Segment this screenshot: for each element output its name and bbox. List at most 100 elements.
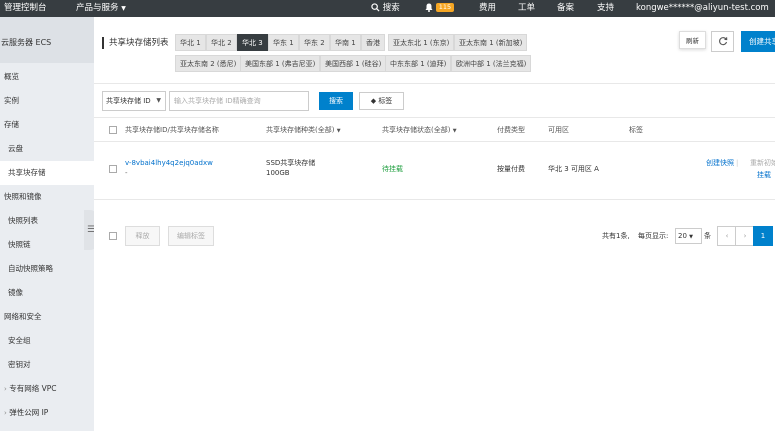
sidebar-item-vpc[interactable]: › 专有网络 VPC <box>0 377 94 401</box>
edit-tags-button[interactable]: 编辑标签 <box>168 226 214 246</box>
per-page-label: 每页显示: <box>638 232 669 240</box>
prev-page-button[interactable]: ‹ <box>717 226 737 246</box>
sidebar: 云服务器 ECS 概览 实例 存储 云盘 共享块存储 快照和镜像 快照列表 快照… <box>0 17 94 431</box>
region-tab[interactable]: 华东 1 <box>268 34 299 51</box>
refresh-tooltip: 刷新 <box>679 31 706 49</box>
sidebar-item-shared-block-storage[interactable]: 共享块存储 <box>0 161 94 185</box>
column-header-type[interactable]: 共享块存储种类(全部) ▼ <box>266 124 341 136</box>
sidebar-title: 云服务器 ECS <box>0 17 94 63</box>
release-button[interactable]: 释放 <box>125 226 160 246</box>
support-link[interactable]: 支持 <box>597 0 614 17</box>
filter-type-select-value: 共享块存储 ID <box>106 97 151 105</box>
region-tab[interactable]: 亚太东南 1 (新加坡) <box>454 34 528 51</box>
main-content: 共享块存储列表 华北 1 华北 2 华北 3 华东 1 华东 2 华南 1 香港… <box>94 17 775 431</box>
sidebar-group-snapshots-images[interactable]: 快照和镜像 <box>0 185 94 209</box>
region-tab-selected[interactable]: 华北 3 <box>237 34 268 51</box>
region-tab[interactable]: 美国东部 1 (弗吉尼亚) <box>240 55 321 72</box>
search-button[interactable]: 搜索 <box>319 92 353 110</box>
storage-name: - <box>125 169 128 177</box>
top-navbar: 管理控制台 产品与服务 ▼ 搜索 115 费用 工单 备案 支持 kongwe*… <box>0 0 775 17</box>
caret-down-icon: ▼ <box>121 5 126 12</box>
region-tab[interactable]: 亚太东北 1 (东京) <box>388 34 455 51</box>
tag-icon: ◆ <box>370 97 377 105</box>
caret-down-icon: ▼ <box>336 128 341 134</box>
sidebar-item-disks[interactable]: 云盘 <box>0 137 94 161</box>
notifications-button[interactable]: 115 <box>425 0 455 17</box>
bell-icon <box>425 3 433 12</box>
page-title: 共享块存储列表 <box>102 37 169 49</box>
page-1-button[interactable]: 1 <box>753 226 773 246</box>
filter-type-select[interactable]: 共享块存储 ID ▼ <box>102 91 166 111</box>
create-snapshot-link[interactable]: 创建快照 <box>706 159 734 168</box>
mount-link[interactable]: 挂载 <box>757 171 771 180</box>
footer-select-all-checkbox[interactable] <box>109 232 117 240</box>
reinitialize-link[interactable]: 重新初始化 <box>750 159 775 168</box>
region-tab[interactable]: 美国西部 1 (硅谷) <box>320 55 387 72</box>
column-header-zone: 可用区 <box>548 126 569 134</box>
caret-down-icon: ▼ <box>452 128 457 134</box>
search-label: 搜索 <box>382 3 400 13</box>
region-tab[interactable]: 华北 1 <box>175 34 206 51</box>
create-shared-block-storage-button[interactable]: 创建共享块存储 <box>741 31 775 52</box>
page-size-select[interactable]: 20 ▼ <box>675 228 702 244</box>
region-tab[interactable]: 欧洲中部 1 (法兰克福) <box>451 55 532 72</box>
chevron-right-icon: › <box>4 409 7 417</box>
zone-value: 华北 3 可用区 A <box>548 165 599 173</box>
region-tab[interactable]: 中东东部 1 (迪拜) <box>385 55 452 72</box>
user-account-menu[interactable]: kongwe******@aliyun-test.com <box>636 0 769 17</box>
storage-id-link[interactable]: v-8vbai4lhy4q2ejq0adxw <box>125 159 213 168</box>
region-tab[interactable]: 华东 2 <box>299 34 330 51</box>
table-header-border <box>94 141 775 142</box>
column-header-status-label: 共享块存储状态(全部) <box>382 126 451 134</box>
console-home-link[interactable]: 管理控制台 <box>4 0 47 17</box>
region-tab[interactable]: 华南 1 <box>330 34 361 51</box>
refresh-button[interactable] <box>711 31 734 52</box>
sidebar-item-instances[interactable]: 实例 <box>0 89 94 113</box>
icp-link[interactable]: 备案 <box>557 0 574 17</box>
products-menu[interactable]: 产品与服务 ▼ <box>76 0 126 17</box>
notification-count-badge: 115 <box>435 3 455 12</box>
region-tab[interactable]: 亚太东南 2 (悉尼) <box>175 55 242 72</box>
select-all-checkbox[interactable] <box>109 126 117 134</box>
next-page-button[interactable]: › <box>735 226 755 246</box>
column-header-tags: 标签 <box>629 126 643 134</box>
refresh-icon <box>718 37 727 46</box>
row-checkbox[interactable] <box>109 165 117 173</box>
sidebar-item-eip[interactable]: › 弹性公网 IP <box>0 401 94 425</box>
storage-size: 100GB <box>266 169 290 177</box>
caret-down-icon: ▼ <box>156 97 161 104</box>
billing-type: 按量付费 <box>497 165 525 173</box>
sidebar-item-overview[interactable]: 概览 <box>0 65 94 89</box>
caret-down-icon: ▼ <box>689 234 694 240</box>
sidebar-item-snapshot-chain[interactable]: 快照链 <box>0 233 94 257</box>
sidebar-group-network-security[interactable]: 网络和安全 <box>0 305 94 329</box>
search-link[interactable]: 搜索 <box>371 0 400 17</box>
storage-type: SSD共享块存储 <box>266 159 316 167</box>
page-size-value: 20 <box>678 232 687 240</box>
tag-filter-button[interactable]: ◆ 标签 <box>359 92 404 110</box>
table-row-border <box>94 199 775 200</box>
action-separator: | <box>736 159 739 167</box>
column-header-type-label: 共享块存储种类(全部) <box>266 126 335 134</box>
search-icon <box>371 3 380 12</box>
total-count: 共有1条, <box>602 232 630 240</box>
region-tab[interactable]: 香港 <box>361 34 385 51</box>
status-badge: 待挂载 <box>382 165 403 173</box>
search-input[interactable] <box>169 91 309 111</box>
divider <box>94 83 775 84</box>
chevron-right-icon: › <box>4 385 7 393</box>
table-top-border <box>94 117 775 118</box>
column-header-id-name: 共享块存储ID/共享块存储名称 <box>125 126 219 134</box>
sidebar-item-security-groups[interactable]: 安全组 <box>0 329 94 353</box>
sidebar-item-images[interactable]: 镜像 <box>0 281 94 305</box>
ticket-link[interactable]: 工单 <box>518 0 535 17</box>
region-tab[interactable]: 华北 2 <box>206 34 237 51</box>
per-page-unit: 条 <box>704 232 711 240</box>
products-menu-label: 产品与服务 <box>76 3 119 13</box>
billing-link[interactable]: 费用 <box>479 0 496 17</box>
sidebar-item-auto-snapshot-policy[interactable]: 自动快照策略 <box>0 257 94 281</box>
sidebar-item-snapshot-list[interactable]: 快照列表 <box>0 209 94 233</box>
sidebar-group-storage[interactable]: 存储 <box>0 113 94 137</box>
column-header-status[interactable]: 共享块存储状态(全部) ▼ <box>382 124 457 136</box>
sidebar-item-key-pairs[interactable]: 密钥对 <box>0 353 94 377</box>
